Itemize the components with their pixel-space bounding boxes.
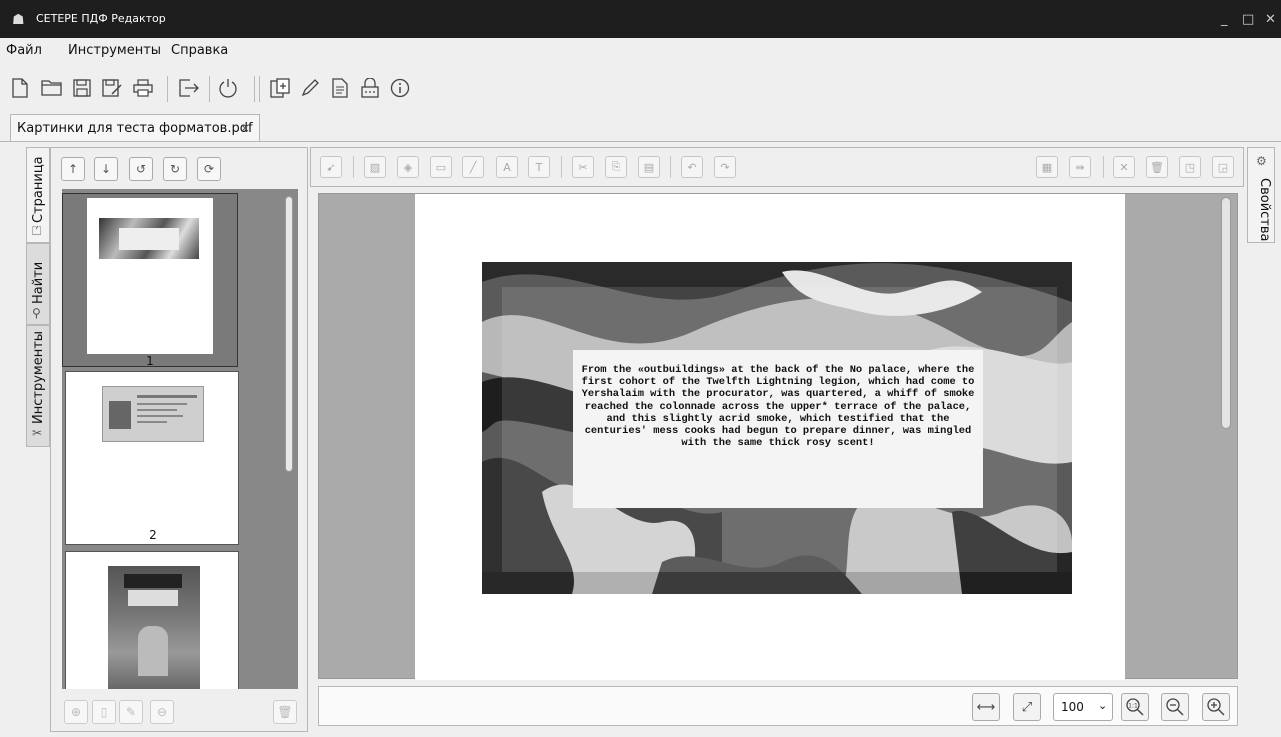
zoom-bar: ⟷ ⤢ 100 ⌄ 1:1 — [318, 686, 1238, 726]
tab-divider — [0, 141, 1281, 142]
zoom-select[interactable]: 100 ⌄ — [1053, 693, 1113, 721]
chevron-down-icon: ⌄ — [1098, 699, 1108, 712]
document-tab[interactable]: Картинки для теста форматов.pdf × — [10, 114, 260, 142]
move-up-icon[interactable]: ↑ — [61, 157, 85, 181]
print-icon[interactable] — [131, 76, 155, 100]
edit-page-icon[interactable]: ✎ — [119, 700, 143, 724]
tab-page-label: Страница — [31, 156, 46, 223]
quote-box: From the «outbuildings» at the back of t… — [573, 350, 983, 508]
thumbnail-page-1-sheet — [87, 198, 213, 354]
app-icon: ☗ — [12, 12, 25, 28]
zoom-in-icon[interactable] — [1202, 693, 1230, 721]
thumbnail-image — [102, 386, 204, 442]
minimize-button[interactable]: _ — [1221, 12, 1228, 27]
tab-tools-label: Инструменты — [31, 330, 46, 424]
bring-front-icon[interactable]: ◳ — [1179, 156, 1201, 178]
image-icon[interactable]: ▨ — [364, 156, 386, 178]
info-icon[interactable] — [388, 76, 412, 100]
maximize-button[interactable]: □ — [1242, 12, 1254, 27]
cut-icon[interactable]: ✂ — [572, 156, 594, 178]
thumbnail-page-1[interactable]: 1 — [62, 193, 238, 368]
text-icon[interactable]: A — [496, 156, 518, 178]
move-down-icon[interactable]: ↓ — [94, 157, 118, 181]
text-box-icon[interactable]: T — [528, 156, 550, 178]
new-file-icon[interactable] — [8, 76, 32, 100]
thumbnail-image — [99, 218, 199, 259]
paste-icon[interactable]: ▤ — [638, 156, 660, 178]
power-icon[interactable] — [216, 76, 240, 100]
close-tab-icon[interactable]: × — [240, 121, 250, 135]
tab-search-label: Найти — [31, 261, 46, 304]
undo-icon[interactable]: ↶ — [681, 156, 703, 178]
fit-page-icon[interactable]: ⤢ — [1013, 693, 1041, 721]
zoom-actual-size-icon[interactable]: 1:1 — [1121, 693, 1149, 721]
viewer-scrollbar[interactable] — [1221, 197, 1231, 429]
move-icon[interactable]: ⇛ — [1069, 156, 1091, 178]
thumbnail-page-2[interactable]: 2 — [65, 371, 239, 545]
close-window-button[interactable]: ✕ — [1265, 12, 1276, 27]
copy-icon[interactable]: ⎘ — [605, 156, 627, 178]
line-icon[interactable]: ╱ — [462, 156, 484, 178]
menu-tools[interactable]: Инструменты — [68, 43, 161, 58]
insert-page-icon[interactable] — [268, 76, 292, 100]
select-icon[interactable]: ➹ — [320, 156, 342, 178]
window-title: СЕТЕРЕ ПДФ Редактор — [36, 12, 166, 25]
zoom-value: 100 — [1061, 700, 1084, 714]
title-bar: ☗ СЕТЕРЕ ПДФ Редактор _ □ ✕ — [0, 0, 1281, 38]
search-icon: ⚲ — [32, 306, 41, 320]
add-page-icon[interactable]: ⊕ — [64, 700, 88, 724]
lock-icon[interactable] — [358, 76, 382, 100]
thumbnail-page-3[interactable]: 3 — [65, 551, 239, 689]
reset-rotation-icon[interactable]: ⟳ — [197, 157, 221, 181]
thumbnail-scrollbar[interactable] — [285, 196, 293, 472]
rotate-left-icon[interactable]: ↺ — [129, 157, 153, 181]
thumbnail-page-number: 1 — [146, 354, 154, 368]
eraser-icon[interactable]: ◈ — [397, 156, 419, 178]
edit-toolbar: ➹ ▨ ◈ ▭ ╱ A T ✂ ⎘ ▤ ↶ ↷ ▦ ⇛ ✕ 🗑 ◳ ◲ — [310, 147, 1244, 187]
marble-image: From the «outbuildings» at the back of t… — [482, 262, 1072, 594]
tools-icon: ✂ — [32, 426, 43, 440]
menu-help[interactable]: Справка — [171, 43, 228, 58]
page-panel: ↑ ↓ ↺ ↻ ⟳ 1 2 ⊕ ▯ ✎ ⊖ 🗑 — [50, 147, 308, 732]
delete-object-icon[interactable]: ✕ — [1113, 156, 1135, 178]
send-back-icon[interactable]: ◲ — [1212, 156, 1234, 178]
page-icon: ⏍ — [32, 224, 42, 238]
redo-icon[interactable]: ↷ — [714, 156, 736, 178]
properties-icon[interactable]: ▦ — [1036, 156, 1058, 178]
document-viewer[interactable]: From the «outbuildings» at the back of t… — [318, 193, 1238, 680]
main-toolbar — [0, 62, 1281, 114]
rotate-right-icon[interactable]: ↻ — [163, 157, 187, 181]
document-icon[interactable] — [328, 76, 352, 100]
open-folder-icon[interactable] — [40, 76, 64, 100]
pen-icon[interactable] — [298, 76, 322, 100]
trash-icon[interactable]: 🗑 — [1146, 156, 1168, 178]
zoom-out-icon[interactable] — [1161, 693, 1189, 721]
exit-icon[interactable] — [177, 76, 201, 100]
insert-file-icon[interactable]: ▯ — [92, 700, 116, 724]
save-as-icon[interactable] — [100, 76, 124, 100]
save-icon[interactable] — [70, 76, 94, 100]
menu-bar: Файл Инструменты Справка — [0, 38, 1281, 62]
svg-text:1:1: 1:1 — [1128, 703, 1138, 710]
thumbnail-image — [108, 566, 200, 689]
document-tab-label: Картинки для теста форматов.pdf — [17, 121, 253, 136]
tab-page[interactable]: Страница ⏍ — [26, 147, 50, 243]
tab-properties-label: Свойства — [1257, 178, 1272, 242]
pdf-page: From the «outbuildings» at the back of t… — [415, 194, 1125, 680]
rectangle-icon[interactable]: ▭ — [430, 156, 452, 178]
delete-page-icon[interactable]: 🗑 — [273, 700, 297, 724]
page-text: From the «outbuildings» at the back of t… — [581, 364, 975, 450]
tab-search[interactable]: Найти ⚲ — [26, 243, 50, 325]
tab-tools[interactable]: Инструменты ✂ — [26, 325, 50, 447]
fit-width-icon[interactable]: ⟷ — [972, 693, 1000, 721]
remove-page-icon[interactable]: ⊖ — [150, 700, 174, 724]
gear-icon: ⚙ — [1256, 154, 1267, 168]
menu-file[interactable]: Файл — [6, 43, 42, 58]
thumbnail-page-number: 2 — [149, 528, 157, 542]
thumbnail-list: 1 2 3 — [62, 189, 298, 689]
tab-properties[interactable]: ⚙ Свойства — [1247, 147, 1275, 243]
